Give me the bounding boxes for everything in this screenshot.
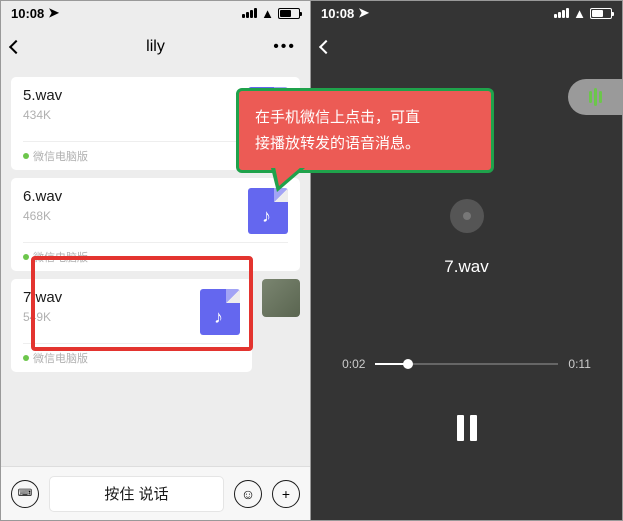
annotation-callout: 在手机微信上点击，可直 接播放转发的语音消息。 (236, 88, 494, 173)
plus-icon[interactable]: + (272, 480, 300, 508)
file-size: 468K (23, 209, 62, 223)
timeline[interactable]: 0:02 0:11 (342, 357, 591, 371)
status-time: 10:08 (11, 6, 44, 21)
callout-text: 在手机微信上点击，可直 (255, 105, 475, 131)
progress-knob[interactable] (403, 359, 413, 369)
nav-bar: lily ••• (1, 25, 310, 69)
battery-icon (590, 8, 612, 19)
status-time: 10:08 (321, 6, 354, 21)
pause-button[interactable] (457, 415, 477, 441)
time-duration: 0:11 (568, 357, 590, 371)
voice-input-button[interactable]: 按住 说话 (49, 476, 224, 512)
file-name: 5.wav (23, 87, 62, 104)
more-icon[interactable]: ••• (273, 38, 296, 56)
nav-bar (311, 25, 622, 69)
back-icon[interactable] (319, 40, 333, 54)
message-item[interactable]: 7.wav 549K 微信电脑版 (11, 279, 300, 372)
signal-icon (242, 8, 257, 18)
file-size: 434K (23, 108, 62, 122)
location-icon: ➤ (358, 5, 369, 21)
battery-icon (278, 8, 300, 19)
player-screen: 10:08 ➤ ▲ 7.wav 0:02 0:11 (311, 1, 622, 520)
source-label: 微信电脑版 (23, 344, 240, 366)
file-name: 6.wav (23, 188, 62, 205)
status-bar: 10:08 ➤ ▲ (1, 1, 310, 25)
avatar[interactable] (262, 279, 300, 317)
audio-file-icon (248, 188, 288, 234)
track-name: 7.wav (444, 257, 488, 277)
callout-text: 接播放转发的语音消息。 (255, 131, 475, 157)
chat-screen: 10:08 ➤ ▲ lily ••• 5.wav 434K 微信电脑版 6.wav 4… (1, 1, 311, 520)
audio-file-icon (200, 289, 240, 335)
file-name: 7.wav (23, 289, 62, 306)
keyboard-icon[interactable]: ⌨ (11, 480, 39, 508)
progress-bar[interactable] (375, 363, 558, 365)
chat-title: lily (1, 38, 310, 56)
signal-icon (554, 8, 569, 18)
back-icon[interactable] (9, 40, 23, 54)
file-size: 549K (23, 310, 62, 324)
status-bar: 10:08 ➤ ▲ (311, 1, 622, 25)
location-icon: ➤ (48, 5, 59, 21)
message-item[interactable]: 6.wav 468K 微信电脑版 (11, 178, 300, 271)
source-label: 微信电脑版 (23, 243, 288, 265)
emoji-icon[interactable]: ☺ (234, 480, 262, 508)
wifi-icon: ▲ (573, 6, 586, 21)
wifi-icon: ▲ (261, 6, 274, 21)
disc-icon (450, 199, 484, 233)
voice-indicator[interactable] (568, 79, 622, 115)
time-elapsed: 0:02 (342, 357, 365, 371)
input-bar: ⌨ 按住 说话 ☺ + (1, 466, 310, 520)
callout-tail-icon (271, 168, 305, 192)
